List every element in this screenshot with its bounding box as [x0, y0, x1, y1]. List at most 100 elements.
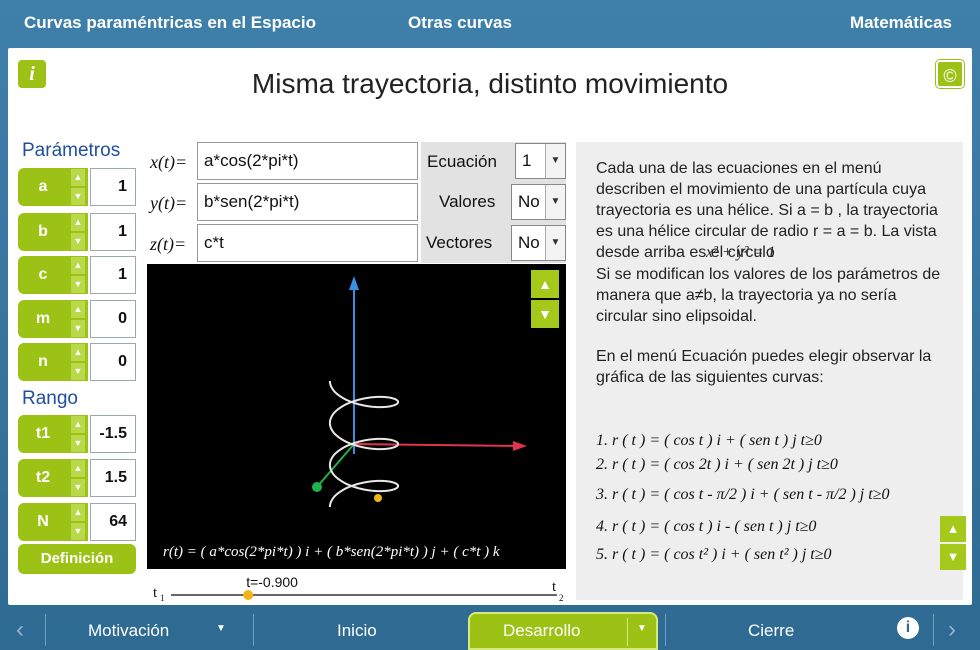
decrement-button[interactable]: ▼ [71, 233, 85, 250]
main-panel: i © Misma trayectoria, distinto movimien… [8, 48, 972, 605]
y-axis-point [312, 482, 322, 492]
graph-down-button[interactable]: ▼ [531, 300, 559, 328]
spinner: ▲ ▼ [68, 168, 88, 206]
vectores-label: Vectores [426, 233, 493, 252]
params-title: Parámetros [22, 140, 121, 161]
param-label: m [18, 300, 68, 338]
explanation-p3: En el menú Ecuación puedes elegir observ… [596, 348, 932, 386]
increment-button[interactable]: ▲ [71, 460, 85, 477]
param-input[interactable]: 1 [90, 213, 136, 251]
param-input[interactable]: 1 [90, 256, 136, 294]
range-title: Rango [22, 388, 78, 409]
param-label: t1 [18, 415, 68, 453]
chevron-down-icon: ▼ [545, 144, 565, 178]
param-input[interactable]: 0 [90, 300, 136, 338]
slider-track: t 1 t 2 t=-0.900 [153, 574, 564, 603]
curve-item-4: 4. r ( t ) = ( cos t ) i - ( sen t ) j t… [596, 518, 817, 535]
z-eq-input[interactable]: c*t [197, 224, 418, 262]
range-n: N ▲ ▼ 64 [18, 503, 136, 541]
increment-button[interactable]: ▲ [71, 416, 85, 433]
nav-cierre[interactable]: Cierre [748, 621, 794, 641]
chevron-down-icon[interactable]: ▼ [216, 623, 226, 634]
chevron-down-icon: ▼ [545, 185, 565, 219]
vectores-select[interactable]: No ▼ [511, 225, 566, 261]
param-input[interactable]: 1 [90, 168, 136, 206]
divider [933, 614, 934, 646]
increment-button[interactable]: ▲ [71, 504, 85, 521]
increment-button[interactable]: ▲ [71, 301, 85, 318]
t-value-label: t=-0.900 [246, 574, 298, 590]
ecuacion-value: 1 [522, 151, 532, 170]
particle-marker [374, 494, 382, 502]
bottom-nav: ‹ Motivación ▼ Inicio Desarrollo ▼ Cierr… [0, 610, 980, 650]
definition-button[interactable]: Definición [18, 544, 136, 574]
nav-desarrollo[interactable]: Desarrollo [503, 621, 580, 641]
curve-item-5: 5. r ( t ) = ( cos t² ) i + ( sen t² ) j… [596, 546, 832, 563]
t-slider[interactable]: t 1 t 2 t=-0.900 [147, 573, 566, 605]
next-arrow-icon[interactable]: › [948, 616, 956, 644]
explanation-p2: Si se modifican los valores de los parám… [596, 266, 941, 325]
curve-item-3: 3. r ( t ) = ( cos t - π/2 ) i + ( sen t… [596, 486, 890, 503]
nav-inicio[interactable]: Inicio [337, 621, 377, 641]
scroll-up-button[interactable]: ▲ [940, 516, 966, 542]
param-label: n [18, 343, 68, 381]
explanation-panel: Cada una de las ecuaciones en el menú de… [576, 142, 966, 600]
spinner: ▲ ▼ [68, 256, 88, 294]
x-axis-arrow [513, 441, 527, 451]
options-panel: Ecuación 1 ▼ Valores No ▼ Vectores No ▼ [421, 142, 566, 263]
ecuacion-label: Ecuación [427, 152, 497, 171]
graph-canvas[interactable]: ▲ ▼ r(t) = ( a*cos(2*pi*t) ) i + ( b*sen… [147, 264, 566, 569]
param-input[interactable]: 64 [90, 503, 136, 541]
increment-button[interactable]: ▲ [71, 214, 85, 231]
decrement-button[interactable]: ▼ [71, 479, 85, 496]
nav-matematicas[interactable]: Matemáticas [850, 13, 952, 33]
decrement-button[interactable]: ▼ [71, 435, 85, 452]
param-input[interactable]: 1.5 [90, 459, 136, 497]
divider [45, 614, 46, 646]
decrement-button[interactable]: ▼ [71, 363, 85, 380]
divider [665, 614, 666, 646]
nav-otras-curvas[interactable]: Otras curvas [408, 13, 512, 33]
chevron-down-icon[interactable]: ▼ [637, 623, 647, 634]
param-a: a ▲ ▼ 1 [18, 168, 136, 206]
decrement-button[interactable]: ▼ [71, 523, 85, 540]
decrement-button[interactable]: ▼ [71, 276, 85, 293]
graph-up-button[interactable]: ▲ [531, 270, 559, 298]
increment-button[interactable]: ▲ [71, 169, 85, 186]
valores-value: No [518, 192, 540, 211]
nav-motivacion[interactable]: Motivación [88, 621, 169, 641]
rt-equation: r(t) = ( a*cos(2*pi*t) ) i + ( b*sen(2*p… [163, 544, 500, 560]
x-axis [353, 443, 518, 447]
nav-curvas-espacio[interactable]: Curvas paraméntricas en el Espacio [24, 13, 316, 33]
param-label: c [18, 256, 68, 294]
t1-label: t [153, 585, 158, 601]
param-input[interactable]: -1.5 [90, 415, 136, 453]
param-input[interactable]: 0 [90, 343, 136, 381]
t2-label: t [552, 579, 557, 595]
z-axis-arrow [349, 276, 359, 290]
decrement-button[interactable]: ▼ [71, 320, 85, 337]
curve-item-2: 2. r ( t ) = ( cos 2t ) i + ( sen 2t ) j… [596, 456, 838, 473]
x-eq-input[interactable]: a*cos(2*pi*t) [197, 142, 418, 180]
increment-button[interactable]: ▲ [71, 257, 85, 274]
page-title: Misma trayectoria, distinto movimiento [251, 68, 729, 99]
vectores-value: No [518, 233, 540, 252]
t2-sub: 2 [559, 593, 564, 603]
param-label: b [18, 213, 68, 251]
prev-arrow-icon[interactable]: ‹ [16, 616, 24, 644]
info-icon[interactable]: i [897, 617, 919, 639]
y-axis [316, 443, 355, 488]
y-eq-input[interactable]: b*sen(2*pi*t) [197, 183, 418, 221]
scroll-down-button[interactable]: ▼ [940, 544, 966, 570]
increment-button[interactable]: ▲ [71, 344, 85, 361]
curve-item-1: 1. r ( t ) = ( cos t ) i + ( sen t ) j t… [596, 432, 822, 449]
slider-knob[interactable] [243, 590, 254, 600]
param-label: t2 [18, 459, 68, 497]
valores-select[interactable]: No ▼ [511, 184, 566, 220]
circle-equation: x² + y² = 1 [706, 244, 776, 261]
ecuacion-select[interactable]: 1 ▼ [515, 143, 566, 179]
top-bar: Curvas paraméntricas en el Espacio Otras… [0, 0, 980, 48]
spinner: ▲ ▼ [68, 213, 88, 251]
decrement-button[interactable]: ▼ [71, 188, 85, 205]
param-n: n ▲ ▼ 0 [18, 343, 136, 381]
